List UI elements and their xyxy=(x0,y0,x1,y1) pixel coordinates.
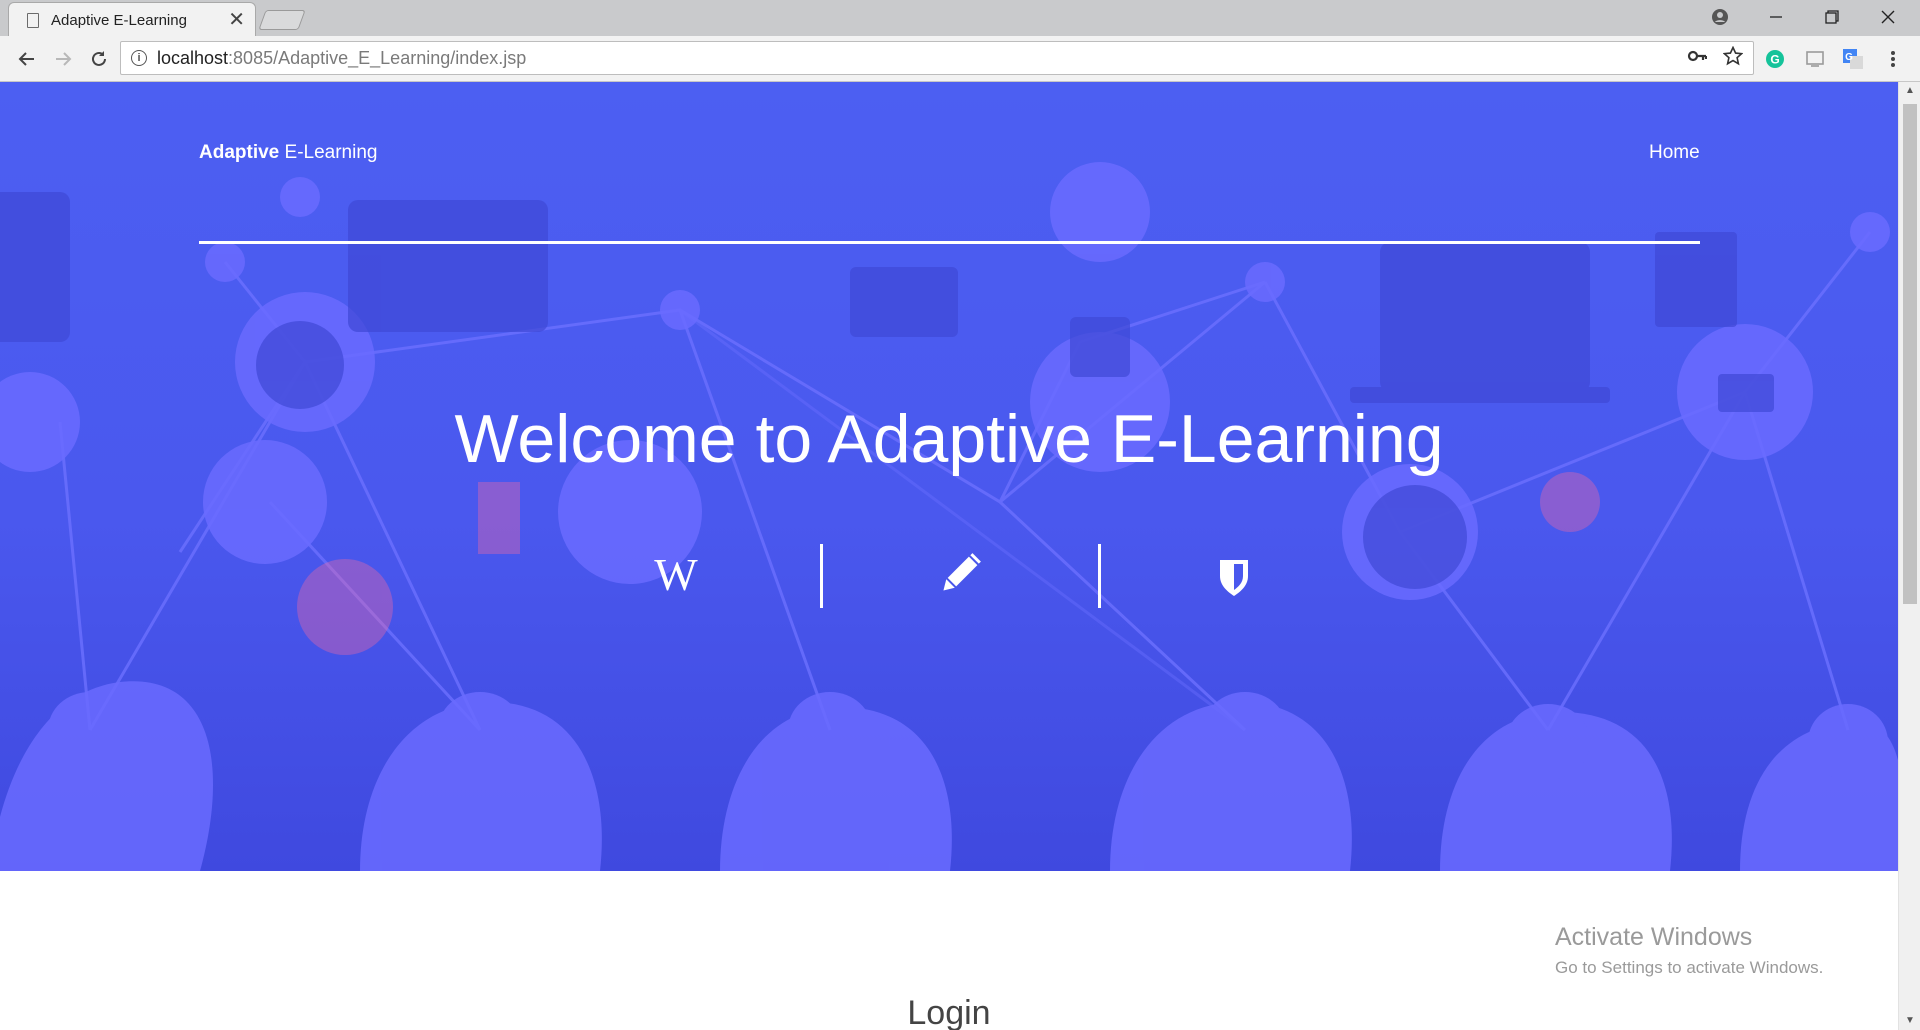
brand-rest: E-Learning xyxy=(279,142,378,163)
scroll-thumb[interactable] xyxy=(1903,104,1917,604)
vertical-scrollbar[interactable]: ▲ ▼ xyxy=(1898,82,1920,1030)
svg-text:G: G xyxy=(1845,52,1853,63)
url-text[interactable]: localhost:8085/Adaptive_E_Learning/index… xyxy=(157,48,526,69)
page-icon xyxy=(27,12,39,28)
back-icon[interactable] xyxy=(10,42,44,76)
forward-icon[interactable] xyxy=(46,42,80,76)
browser-toolbar: i localhost:8085/Adaptive_E_Learning/ind… xyxy=(0,36,1920,82)
windows-activation-watermark: Activate Windows Go to Settings to activ… xyxy=(1555,923,1823,978)
scroll-down-icon[interactable]: ▼ xyxy=(1899,1012,1920,1030)
brand-link[interactable]: Adaptive E-Learning xyxy=(199,142,377,164)
nav-divider xyxy=(199,241,1700,244)
scroll-up-icon[interactable]: ▲ xyxy=(1899,82,1920,100)
translate-icon[interactable]: G xyxy=(1842,48,1864,70)
login-heading: Login xyxy=(907,994,991,1030)
browser-tab[interactable]: Adaptive E-Learning ✕ xyxy=(8,2,256,37)
tab-strip: Adaptive E-Learning ✕ xyxy=(0,0,1920,37)
hero-section: Adaptive E-Learning Home Welcome to Adap… xyxy=(0,82,1898,871)
key-icon[interactable] xyxy=(1687,46,1708,72)
brand-bold: Adaptive xyxy=(199,142,280,163)
grammarly-icon[interactable]: G xyxy=(1764,48,1786,70)
restore-icon[interactable] xyxy=(1804,0,1860,34)
menu-icon[interactable] xyxy=(1882,48,1904,70)
address-bar[interactable]: i localhost:8085/Adaptive_E_Learning/ind… xyxy=(120,41,1754,75)
reload-icon[interactable] xyxy=(82,42,116,76)
minimize-icon[interactable] xyxy=(1748,0,1804,34)
watermark-title: Activate Windows xyxy=(1555,923,1753,951)
shield-icon[interactable] xyxy=(1214,542,1254,608)
feature-divider-1 xyxy=(820,544,823,608)
hero-headline: Welcome to Adaptive E-Learning xyxy=(454,401,1444,477)
page-viewport: Adaptive E-Learning Home Welcome to Adap… xyxy=(0,82,1898,1030)
account-icon[interactable] xyxy=(1692,0,1748,34)
feature-divider-2 xyxy=(1098,544,1101,608)
star-icon[interactable] xyxy=(1722,45,1744,72)
tab-close-icon[interactable]: ✕ xyxy=(228,10,245,30)
info-icon[interactable]: i xyxy=(131,50,147,66)
url-host: localhost xyxy=(157,47,229,68)
svg-text:G: G xyxy=(1770,53,1779,67)
pencil-icon[interactable] xyxy=(936,542,982,608)
tab-title: Adaptive E-Learning xyxy=(51,11,187,29)
wikipedia-icon[interactable]: W xyxy=(646,542,706,608)
watermark-subtitle: Go to Settings to activate Windows. xyxy=(1555,958,1824,977)
cast-icon[interactable] xyxy=(1804,48,1826,70)
url-path: :8085/Adaptive_E_Learning/index.jsp xyxy=(228,47,527,68)
close-window-icon[interactable] xyxy=(1860,0,1916,34)
nav-home-link[interactable]: Home xyxy=(1649,142,1700,164)
wikipedia-glyph: W xyxy=(654,549,698,600)
new-tab-button[interactable] xyxy=(258,10,306,30)
